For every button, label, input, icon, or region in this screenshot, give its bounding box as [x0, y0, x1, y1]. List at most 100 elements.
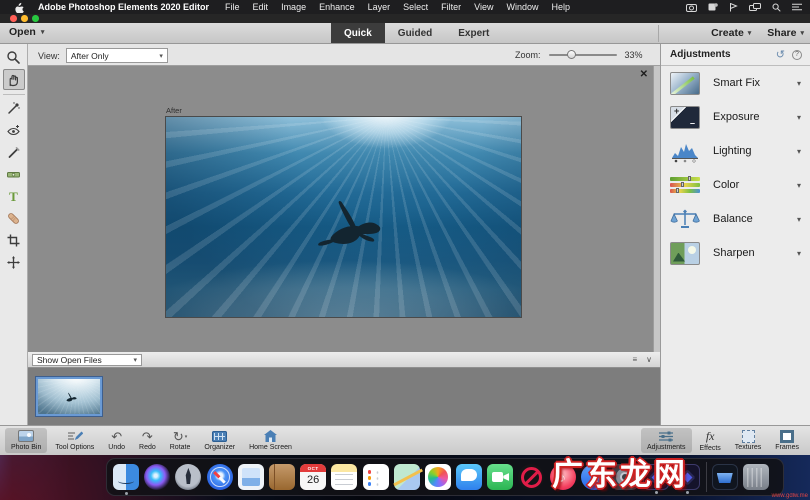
- menu-select[interactable]: Select: [403, 2, 428, 12]
- notification-badge-icon[interactable]: [708, 3, 718, 12]
- view-select[interactable]: After Only ▾: [66, 48, 168, 63]
- whiten-teeth-tool-icon[interactable]: [3, 142, 25, 163]
- adjustments-panel: Adjustments ↺ ? Smart Fix ▾ Exposure ▾ L…: [660, 44, 810, 425]
- flag-icon[interactable]: [729, 3, 738, 12]
- redo-icon: ↷: [142, 429, 153, 443]
- dock-siri-icon[interactable]: [144, 464, 170, 490]
- menu-enhance[interactable]: Enhance: [319, 2, 355, 12]
- dock-launchpad-icon[interactable]: [175, 464, 201, 490]
- chevron-down-icon[interactable]: ▾: [797, 147, 801, 156]
- dock-mail-icon[interactable]: [238, 464, 264, 490]
- control-center-icon[interactable]: [792, 3, 802, 11]
- redo-button[interactable]: ↷ Redo: [133, 428, 162, 453]
- menu-window[interactable]: Window: [507, 2, 539, 12]
- textures-button[interactable]: Textures: [729, 428, 767, 453]
- menu-image[interactable]: Image: [281, 2, 306, 12]
- camera-status-icon[interactable]: [686, 3, 697, 12]
- menu-layer[interactable]: Layer: [368, 2, 391, 12]
- window-title-strip: [0, 14, 810, 23]
- window-zoom-button[interactable]: [32, 15, 39, 22]
- menu-edit[interactable]: Edit: [253, 2, 269, 12]
- frames-button[interactable]: Frames: [769, 428, 805, 453]
- dock-messages-icon[interactable]: [456, 464, 482, 490]
- adjustment-balance[interactable]: Balance ▾: [661, 202, 810, 236]
- close-document-icon[interactable]: ✕: [640, 69, 648, 80]
- document-image[interactable]: [165, 116, 522, 318]
- tab-quick[interactable]: Quick: [331, 23, 385, 43]
- chevron-down-icon[interactable]: ▾: [797, 215, 801, 224]
- create-dropdown[interactable]: Create ▾: [711, 27, 751, 39]
- chevron-down-icon[interactable]: ▾: [797, 79, 801, 88]
- adjustment-sharpen[interactable]: Sharpen ▾: [661, 236, 810, 270]
- collapse-panel-icon[interactable]: ∨: [646, 355, 652, 364]
- share-dropdown[interactable]: Share ▾: [767, 27, 804, 39]
- home-icon: [263, 429, 278, 443]
- window-minimize-button[interactable]: [21, 15, 28, 22]
- chevron-down-icon[interactable]: ▾: [797, 113, 801, 122]
- menu-help[interactable]: Help: [552, 2, 571, 12]
- home-screen-button[interactable]: Home Screen: [243, 428, 298, 453]
- help-icon[interactable]: ?: [792, 50, 802, 60]
- effects-button[interactable]: fx Effects: [694, 428, 727, 453]
- menu-filter[interactable]: Filter: [441, 2, 461, 12]
- dock-safari-icon[interactable]: [207, 464, 233, 490]
- zoom-slider[interactable]: [549, 50, 617, 59]
- create-label: Create: [711, 27, 744, 39]
- dock-trash-icon[interactable]: [743, 464, 769, 490]
- displays-icon[interactable]: [749, 3, 761, 12]
- window-close-button[interactable]: [10, 15, 17, 22]
- straighten-tool-icon[interactable]: [3, 164, 25, 185]
- tab-guided[interactable]: Guided: [385, 23, 445, 43]
- dock-calendar-icon[interactable]: OCT 26: [300, 464, 326, 490]
- button-label: Rotate: [170, 444, 191, 451]
- crop-tool-icon[interactable]: [3, 230, 25, 251]
- dock-notes-icon[interactable]: [331, 464, 357, 490]
- zoom-tool-icon[interactable]: [3, 47, 25, 68]
- open-dropdown[interactable]: Open ▾: [9, 26, 44, 38]
- apple-icon[interactable]: [14, 1, 24, 13]
- quick-selection-tool-icon[interactable]: [3, 98, 25, 119]
- chevron-down-icon: ▾: [41, 28, 45, 36]
- chevron-down-icon[interactable]: ▾: [797, 249, 801, 258]
- watermark-text: 广东龙网: [552, 449, 688, 494]
- chevron-down-icon: ▾: [800, 29, 804, 37]
- adjustment-exposure[interactable]: Exposure ▾: [661, 100, 810, 134]
- photo-thumbnail[interactable]: [36, 377, 102, 416]
- show-open-files-select[interactable]: Show Open Files ▾: [32, 354, 142, 366]
- menu-view[interactable]: View: [474, 2, 493, 12]
- zoom-slider-knob[interactable]: [567, 50, 576, 59]
- dock-finder-icon[interactable]: [113, 464, 139, 490]
- chevron-down-icon[interactable]: ▾: [797, 181, 801, 190]
- canvas-scrollbar[interactable]: [653, 66, 660, 352]
- adjustment-lighting[interactable]: Lighting ▾: [661, 134, 810, 168]
- type-tool-icon[interactable]: T: [3, 186, 25, 207]
- dock-contacts-icon[interactable]: [269, 464, 295, 490]
- red-eye-tool-icon[interactable]: [3, 120, 25, 141]
- rotate-button[interactable]: ↻▾ Rotate: [164, 428, 197, 453]
- tool-options-button[interactable]: Tool Options: [49, 428, 100, 453]
- calendar-day: 26: [307, 472, 319, 488]
- tab-expert[interactable]: Expert: [445, 23, 502, 43]
- dock-downloads-icon[interactable]: [712, 464, 738, 490]
- dock-facetime-icon[interactable]: [487, 464, 513, 490]
- app-header-bar: Open ▾ Quick Guided Expert Create ▾ Shar…: [0, 23, 810, 44]
- move-tool-icon[interactable]: [3, 252, 25, 273]
- dock-photos-icon[interactable]: [425, 464, 451, 490]
- adjustment-smart-fix[interactable]: Smart Fix ▾: [661, 66, 810, 100]
- dock-blocked-app-icon[interactable]: [518, 464, 544, 490]
- hand-tool-icon[interactable]: [3, 69, 25, 90]
- adjustment-color[interactable]: Color ▾: [661, 168, 810, 202]
- dock-reminders-icon[interactable]: [363, 464, 389, 490]
- organizer-button[interactable]: Organizer: [198, 428, 241, 453]
- spot-healing-tool-icon[interactable]: [3, 208, 25, 229]
- photo-bin-button[interactable]: Photo Bin: [5, 428, 47, 453]
- panel-menu-icon[interactable]: ≡: [632, 355, 636, 364]
- tool-divider: [3, 94, 25, 95]
- undo-button[interactable]: ↶ Undo: [102, 428, 131, 453]
- share-label: Share: [767, 27, 796, 39]
- reset-panel-icon[interactable]: ↺: [776, 48, 785, 61]
- search-icon[interactable]: [772, 3, 781, 12]
- menu-file[interactable]: File: [225, 2, 240, 12]
- zoom-value: 33%: [625, 50, 643, 60]
- dock-maps-icon[interactable]: [394, 464, 420, 490]
